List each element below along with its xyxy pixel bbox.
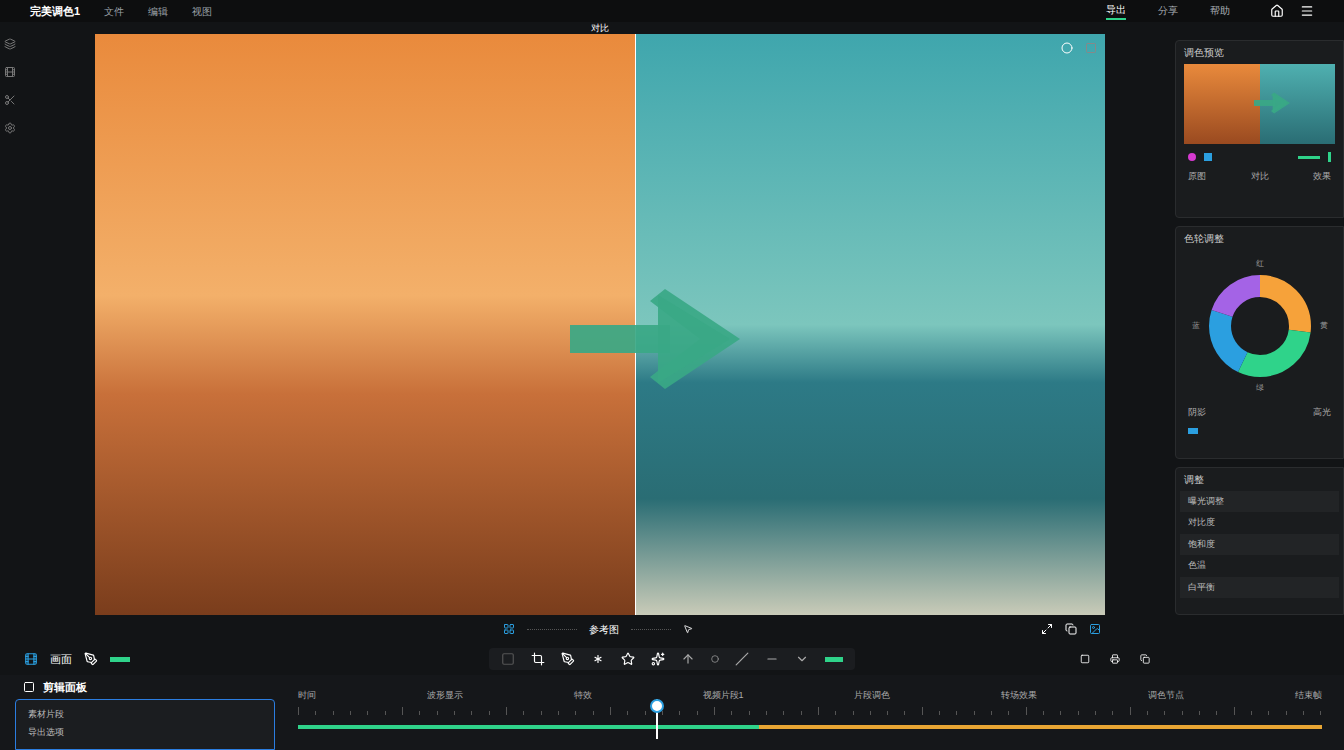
star-icon[interactable] [621,652,635,666]
menu-item[interactable]: 编辑 [148,4,168,19]
timeline-track[interactable] [298,725,1322,729]
arrow-up-icon[interactable] [681,652,695,666]
menu-item[interactable]: 视图 [192,4,212,19]
timeline-label: 片段调色 [854,689,890,703]
top-action[interactable]: 分享 [1158,3,1178,19]
level-mark-icon [825,657,843,662]
level-mark-icon [110,657,130,662]
thumbnail-card: 调色预览原图对比效果 [1175,40,1344,218]
expand-icon[interactable] [1041,623,1053,635]
adjust-row[interactable]: 对比度 [1180,512,1339,534]
playhead[interactable] [656,699,658,739]
side-panel: 调色预览原图对比效果色轮调整红蓝黄绿阴影高光调整曝光调整对比度饱和度色温白平衡 [1175,22,1344,615]
crop-icon[interactable] [531,652,545,666]
image-icon[interactable] [1089,623,1101,635]
asterisk-icon[interactable] [591,652,605,666]
top-bar: 完美调色1 文件 编辑 视图 导出 分享 帮助 [0,0,1344,22]
timeline[interactable]: 时间 波形显示 特效 视频片段1 片段调色 转场效果 调色节点 结束帧 [290,675,1330,750]
minus-icon[interactable] [765,652,779,666]
status-icon[interactable] [1061,42,1073,54]
tool-group [489,648,855,670]
color-wheel-icon[interactable] [1204,270,1316,382]
copy-icon[interactable] [1140,653,1150,665]
compare-arrow-icon [570,289,740,389]
color-card: 色轮调整红蓝黄绿阴影高光 [1175,226,1344,459]
film-icon[interactable] [4,66,16,78]
cursor-icon [683,624,693,634]
thumbnail[interactable] [1184,64,1335,144]
green-bar-icon [1298,156,1320,159]
print-icon[interactable] [1110,653,1120,665]
ungraded-range [759,725,1322,729]
square-icon[interactable] [1080,653,1090,665]
editor-panel-title: 剪辑面板 [43,679,87,696]
settings-icon[interactable] [4,122,16,134]
grid-icon[interactable] [503,623,515,635]
dot-icon[interactable] [1188,153,1196,161]
thumbnail-control[interactable]: 效果 [1313,170,1331,184]
adjust-row[interactable]: 白平衡 [1180,577,1339,599]
chevron-icon[interactable] [795,652,809,666]
thumbnail-arrow-icon [1254,92,1290,114]
adjust-card: 调整曝光调整对比度饱和度色温白平衡 [1175,467,1344,615]
preview[interactable] [95,34,1105,615]
wheel-label: 绿 [1256,382,1264,394]
adjust-row[interactable]: 色温 [1180,555,1339,577]
panel-icon [23,681,35,693]
toolbar-label: 画面 [50,651,72,668]
wheel-footer-item[interactable]: 阴影 [1188,406,1206,420]
bottom-area: 剪辑面板素材片段导出选项 时间 波形显示 特效 视频片段1 片段调色 转场效果 调色节点 结束帧 [0,675,1344,750]
clip-icon[interactable] [24,652,38,666]
timeline-label: 视频片段1 [703,689,744,703]
swatch-icon[interactable] [1188,428,1198,434]
caption-row: 参考图 [0,615,1344,643]
top-action[interactable]: 帮助 [1210,3,1230,19]
view-icon[interactable] [1085,42,1097,54]
menu-icon[interactable] [1300,4,1314,18]
green-bar-icon [1328,152,1331,162]
timeline-label: 转场效果 [1001,689,1037,703]
pen-icon[interactable] [561,652,575,666]
adjust-row[interactable]: 饱和度 [1180,534,1339,556]
wheel-label: 蓝 [1192,320,1200,332]
sparkle-icon[interactable] [651,652,665,666]
select-icon[interactable] [501,652,515,666]
home-icon[interactable] [1270,4,1284,18]
editor-panel-item[interactable]: 导出选项 [28,726,262,740]
timeline-label: 结束帧 [1295,689,1322,703]
caption: 参考图 [589,622,619,637]
thumbnail-control[interactable]: 对比 [1251,170,1269,184]
layers-icon[interactable] [4,38,16,50]
menu-item[interactable]: 文件 [104,4,124,19]
video-editor: 完美调色1文件编辑视图导出分享帮助对比调色预览原图对比效果色轮调整红蓝黄绿阴影高… [0,0,1344,750]
scissors-icon[interactable] [4,94,16,106]
preview-label: 对比 [591,24,609,33]
tool-strip [0,22,20,615]
main-area: 对比调色预览原图对比效果色轮调整红蓝黄绿阴影高光调整曝光调整对比度饱和度色温白平… [0,22,1344,615]
adjust-row[interactable]: 曝光调整 [1180,491,1339,513]
wheel-label: 黄 [1320,320,1328,332]
copy-icon[interactable] [1065,623,1077,635]
timeline-label: 调色节点 [1148,689,1184,703]
menu-bar: 文件 编辑 视图 [104,4,212,19]
preview-before [95,34,635,615]
graded-range [298,725,759,729]
toolbar: 画面 [0,643,1344,675]
timeline-label: 波形显示 [427,689,463,703]
circle-icon[interactable] [711,655,719,663]
top-action[interactable]: 导出 [1106,2,1126,20]
line-icon[interactable] [735,652,749,666]
square-icon[interactable] [1204,153,1212,161]
editor-panel: 剪辑面板素材片段导出选项 [15,675,275,750]
app-title: 完美调色1 [30,3,80,20]
top-actions: 导出 分享 帮助 [1106,2,1230,20]
wheel-label: 红 [1256,258,1264,270]
preview-column: 对比 [95,22,1105,615]
brush-icon[interactable] [84,652,98,666]
timeline-label: 特效 [574,689,592,703]
editor-panel-item[interactable]: 素材片段 [28,708,262,722]
thumbnail-control[interactable]: 原图 [1188,170,1206,184]
wheel-footer-item[interactable]: 高光 [1313,406,1331,420]
timeline-label: 时间 [298,689,316,703]
